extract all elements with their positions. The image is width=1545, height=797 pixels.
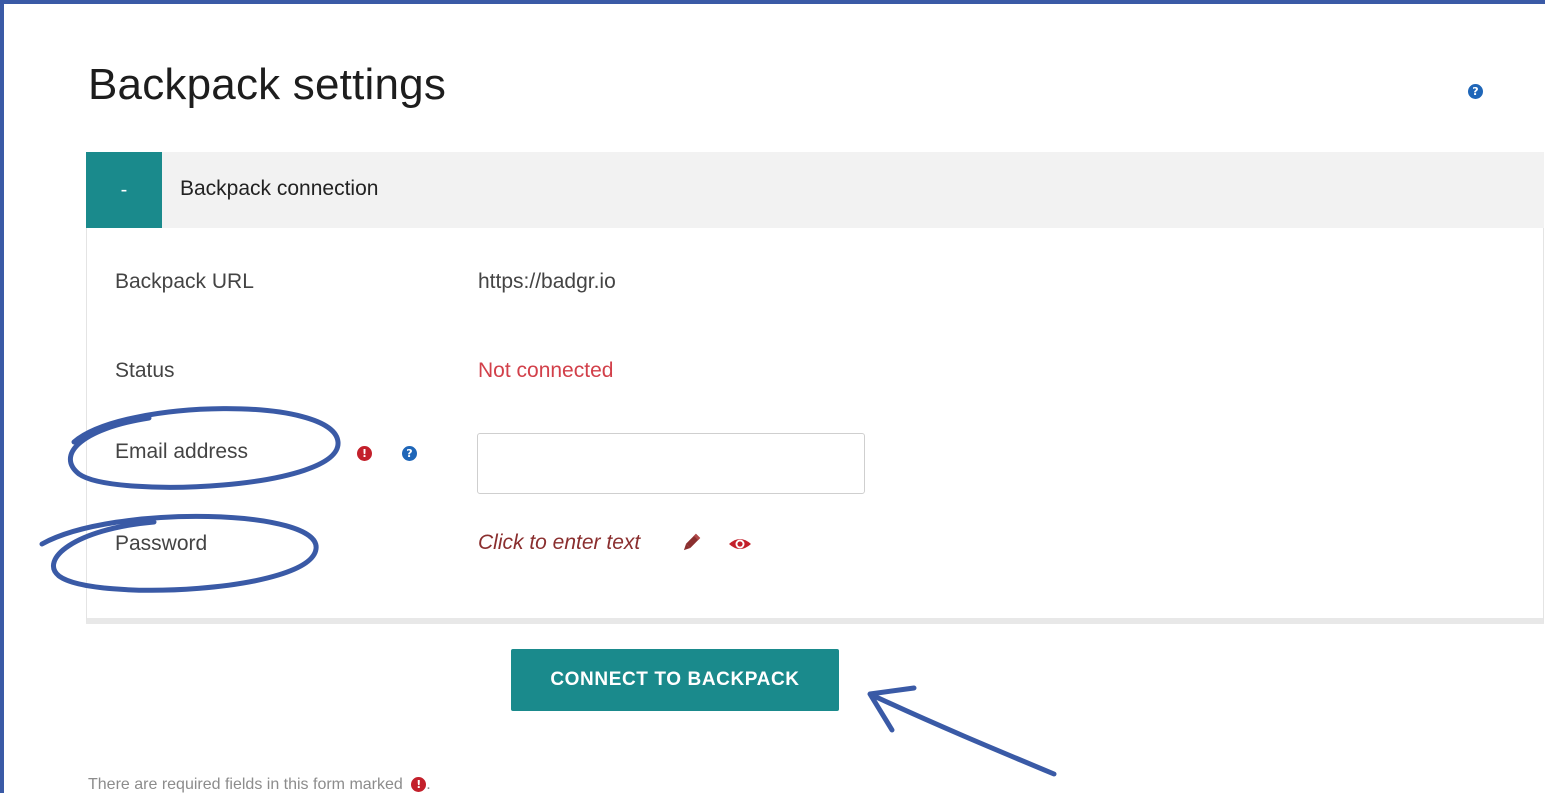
email-field[interactable] <box>477 433 865 494</box>
status-label: Status <box>115 359 175 382</box>
password-edit-link[interactable]: Click to enter text <box>478 531 640 555</box>
fieldset-legend[interactable]: Backpack connection <box>180 177 378 201</box>
fieldset-body <box>86 228 1544 624</box>
status-value: Not connected <box>478 359 614 382</box>
email-label: Email address <box>115 440 249 463</box>
required-icon: ! <box>357 446 372 461</box>
page-frame: Backpack settings ? - Backpack connectio… <box>0 0 1545 793</box>
backpack-connection-fieldset: - Backpack connection <box>86 152 1544 630</box>
fieldset-legend-bar[interactable]: - Backpack connection <box>86 152 1544 228</box>
collapse-toggle-button[interactable]: - <box>86 152 162 228</box>
backpack-url-label: Backpack URL <box>115 270 254 293</box>
password-label: Password <box>115 532 208 555</box>
backpack-url-value: https://badgr.io <box>478 270 616 293</box>
email-help-icon[interactable]: ? <box>402 446 417 461</box>
required-note-period: . <box>426 776 431 793</box>
page-title: Backpack settings <box>88 60 447 109</box>
page-help-icon[interactable]: ? <box>1468 84 1483 99</box>
button-pointer-arrow <box>871 693 1057 777</box>
required-fields-note: There are required fields in this form m… <box>88 776 431 794</box>
pencil-icon[interactable] <box>680 532 702 554</box>
eye-icon[interactable] <box>728 536 752 552</box>
connect-to-backpack-button[interactable]: CONNECT TO BACKPACK <box>511 649 839 711</box>
required-note-text: There are required fields in this form m… <box>88 776 403 793</box>
button-pointer-arrowhead <box>867 685 917 733</box>
required-note-icon: ! <box>411 777 427 792</box>
